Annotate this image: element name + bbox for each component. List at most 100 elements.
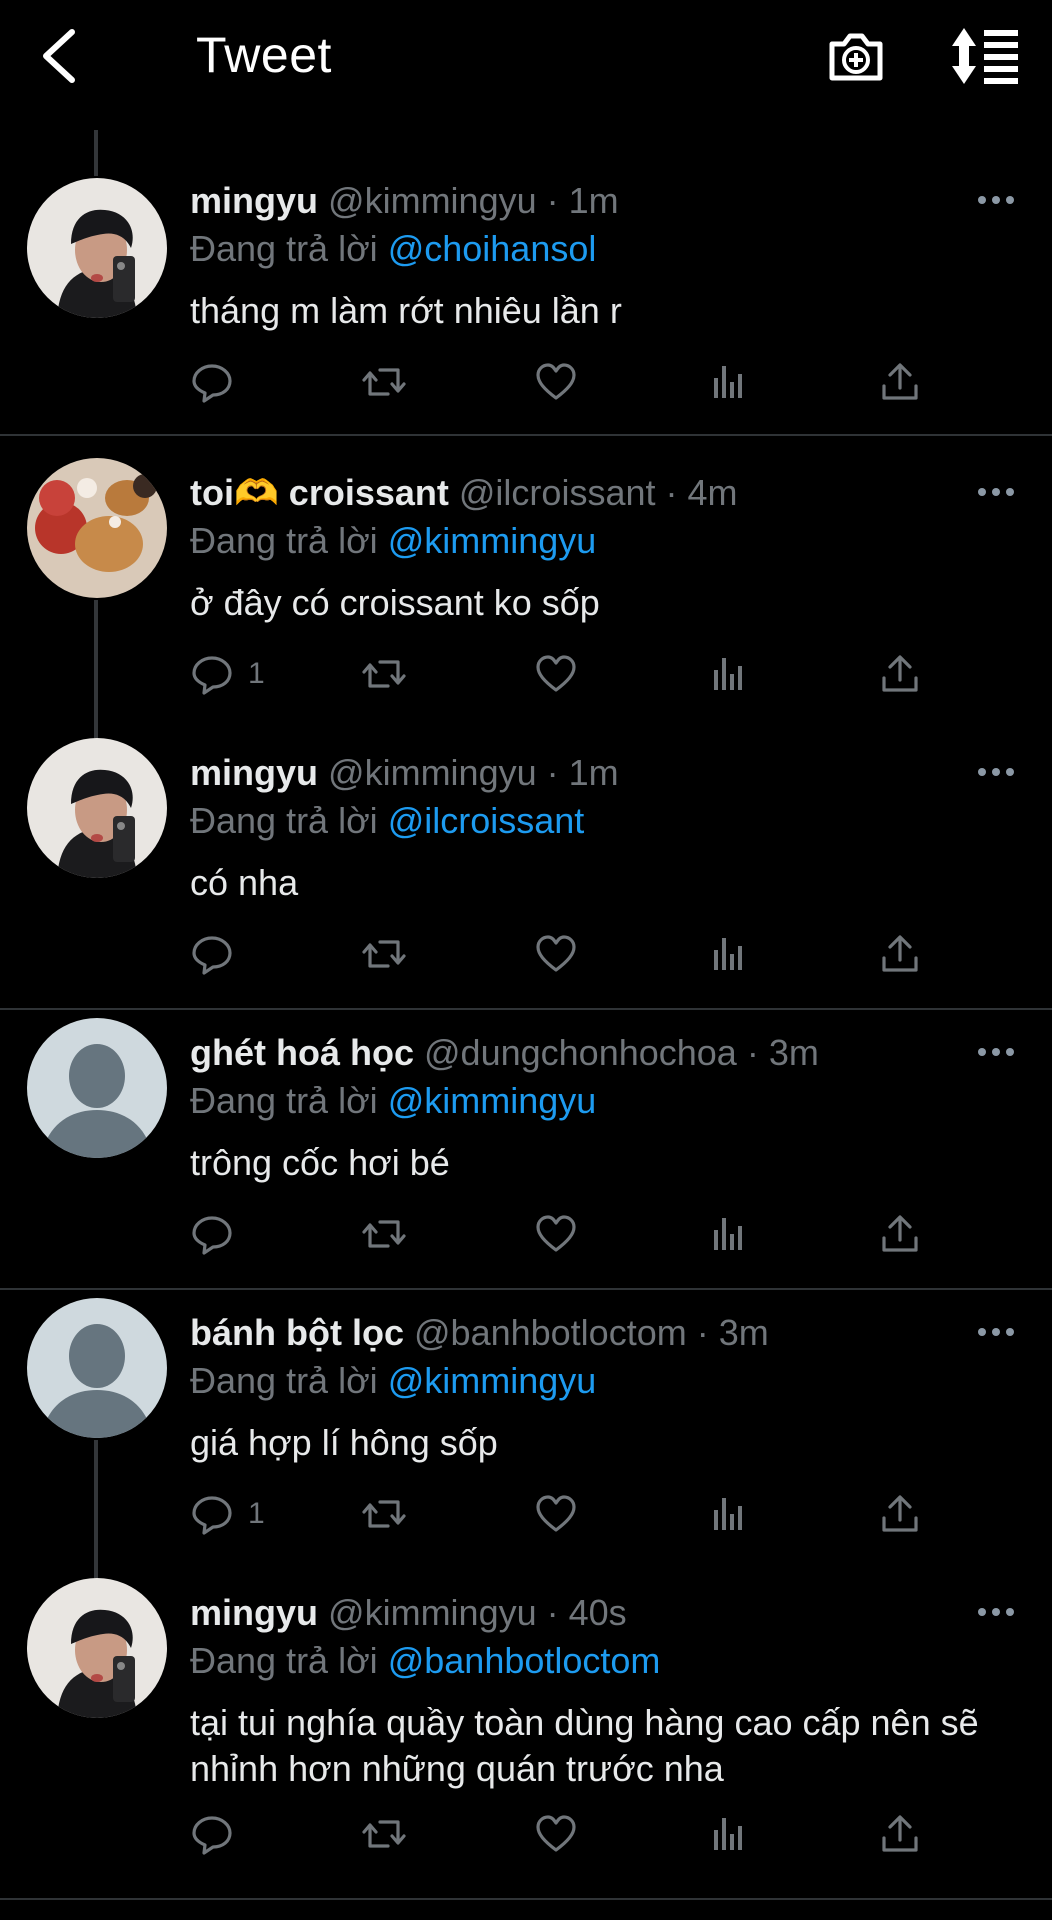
- like-button[interactable]: [534, 1490, 578, 1538]
- reply-icon: [192, 936, 232, 975]
- views-button[interactable]: [706, 358, 750, 406]
- thread-line: [94, 1520, 98, 1586]
- reply-button[interactable]: 1: [190, 1490, 265, 1538]
- more-options-icon[interactable]: [976, 194, 1016, 206]
- more-options-icon[interactable]: [976, 766, 1016, 778]
- views-button[interactable]: [706, 1490, 750, 1538]
- views-icon: [714, 658, 742, 690]
- heart-icon: [536, 1215, 576, 1252]
- mention-link[interactable]: @kimmingyu: [388, 520, 597, 561]
- display-name[interactable]: toi🫶 croissant: [190, 472, 449, 513]
- replying-to-label: Đang trả lời: [190, 1640, 378, 1681]
- like-button[interactable]: [534, 930, 578, 978]
- replying-to: Đang trả lời @kimmingyu: [190, 1080, 596, 1122]
- like-button[interactable]: [534, 650, 578, 698]
- handle[interactable]: @dungchonhochoa: [424, 1032, 737, 1073]
- views-icon: [714, 1218, 742, 1250]
- retweet-button[interactable]: [362, 1210, 406, 1258]
- reply-icon: [192, 1496, 232, 1535]
- thread-line: [94, 130, 98, 176]
- avatar[interactable]: [27, 1298, 167, 1438]
- avatar[interactable]: [27, 1018, 167, 1158]
- reply-button[interactable]: [190, 1210, 248, 1258]
- mention-link[interactable]: @ilcroissant: [388, 800, 585, 841]
- handle[interactable]: @banhbotloctom: [414, 1312, 687, 1353]
- share-button[interactable]: [878, 930, 922, 978]
- timestamp: · 1m: [546, 752, 619, 793]
- share-icon: [882, 363, 918, 400]
- timestamp: · 1m: [546, 180, 619, 221]
- replying-to: Đang trả lời @kimmingyu: [190, 520, 596, 562]
- reply-button[interactable]: 1: [190, 650, 265, 698]
- sort-icon[interactable]: [950, 26, 1022, 86]
- tweet-text: giá hợp lí hông sốp: [190, 1422, 498, 1463]
- share-icon: [882, 655, 918, 692]
- tweet-header: mingyu @kimmingyu · 1m: [190, 752, 619, 794]
- display-name[interactable]: mingyu: [190, 752, 318, 793]
- share-button[interactable]: [878, 1490, 922, 1538]
- handle[interactable]: @kimmingyu: [328, 752, 537, 793]
- handle[interactable]: @kimmingyu: [328, 1592, 537, 1633]
- back-chevron-icon[interactable]: [36, 26, 84, 86]
- retweet-button[interactable]: [362, 1490, 406, 1538]
- mention-link[interactable]: @kimmingyu: [388, 1080, 597, 1121]
- reply-button[interactable]: [190, 1810, 248, 1858]
- retweet-button[interactable]: [362, 358, 406, 406]
- avatar[interactable]: [27, 738, 167, 878]
- share-icon: [882, 1815, 918, 1852]
- handle[interactable]: @ilcroissant: [459, 472, 656, 513]
- camera-plus-icon[interactable]: [826, 28, 886, 84]
- share-button[interactable]: [878, 1810, 922, 1858]
- like-button[interactable]: [534, 1810, 578, 1858]
- tweet-header: toi🫶 croissant @ilcroissant · 4m: [190, 472, 738, 514]
- share-button[interactable]: [878, 650, 922, 698]
- avatar[interactable]: [27, 458, 167, 598]
- handle[interactable]: @kimmingyu: [328, 180, 537, 221]
- divider: [0, 434, 1052, 436]
- reply-button[interactable]: [190, 930, 248, 978]
- display-name[interactable]: bánh bột lọc: [190, 1312, 404, 1353]
- divider: [0, 1898, 1052, 1900]
- mention-link[interactable]: @banhbotloctom: [388, 1640, 661, 1681]
- reply-count: 1: [248, 1497, 265, 1530]
- retweet-button[interactable]: [362, 1810, 406, 1858]
- display-name[interactable]: mingyu: [190, 1592, 318, 1633]
- views-button[interactable]: [706, 930, 750, 978]
- replying-to-label: Đang trả lời: [190, 800, 378, 841]
- display-name[interactable]: mingyu: [190, 180, 318, 221]
- views-button[interactable]: [706, 650, 750, 698]
- views-button[interactable]: [706, 1810, 750, 1858]
- views-button[interactable]: [706, 1210, 750, 1258]
- replying-to: Đang trả lời @ilcroissant: [190, 800, 584, 842]
- more-options-icon[interactable]: [976, 486, 1016, 498]
- share-button[interactable]: [878, 1210, 922, 1258]
- reply-icon: [192, 656, 232, 695]
- avatar[interactable]: [27, 1578, 167, 1718]
- tweet-actions: [190, 930, 950, 978]
- retweet-icon: [362, 940, 406, 968]
- retweet-button[interactable]: [362, 930, 406, 978]
- share-button[interactable]: [878, 358, 922, 406]
- like-button[interactable]: [534, 358, 578, 406]
- heart-icon: [536, 935, 576, 972]
- display-name[interactable]: ghét hoá học: [190, 1032, 414, 1073]
- retweet-icon: [362, 1220, 406, 1248]
- tweet-actions: 1: [190, 650, 950, 698]
- replying-to: Đang trả lời @kimmingyu: [190, 1360, 596, 1402]
- heart-icon: [536, 1815, 576, 1852]
- tweet-actions: [190, 1810, 950, 1858]
- retweet-button[interactable]: [362, 650, 406, 698]
- more-options-icon[interactable]: [976, 1046, 1016, 1058]
- divider: [0, 1008, 1052, 1010]
- avatar[interactable]: [27, 178, 167, 318]
- mention-link[interactable]: @choihansol: [388, 228, 597, 269]
- share-icon: [882, 1495, 918, 1532]
- mention-link[interactable]: @kimmingyu: [388, 1360, 597, 1401]
- reply-button[interactable]: [190, 358, 248, 406]
- tweet-text: ở đây có croissant ko sốp: [190, 582, 600, 623]
- timestamp: · 40s: [546, 1592, 627, 1633]
- like-button[interactable]: [534, 1210, 578, 1258]
- top-bar: Tweet: [0, 0, 1052, 112]
- more-options-icon[interactable]: [976, 1326, 1016, 1338]
- more-options-icon[interactable]: [976, 1606, 1016, 1618]
